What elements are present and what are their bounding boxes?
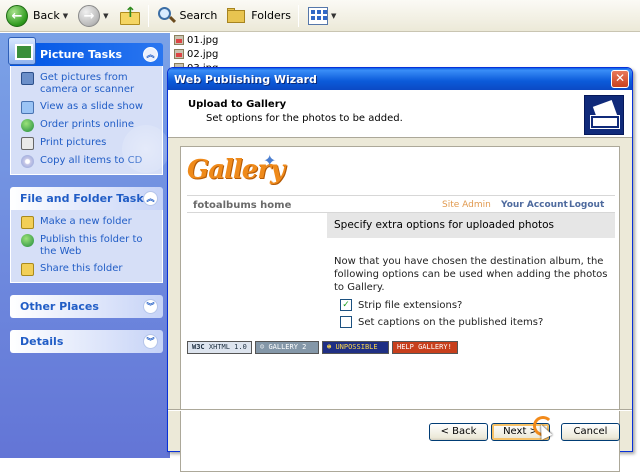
explorer-toolbar: ← Back ▼ → ▼ ↑ Search Folders ▼	[0, 0, 640, 32]
set-captions-checkbox[interactable]	[340, 316, 352, 328]
options-description: Now that you have chosen the destination…	[334, 256, 608, 293]
share-folder-icon	[21, 263, 34, 276]
task-publish-web[interactable]: Publish this folder to the Web	[21, 234, 156, 258]
up-folder-button[interactable]: ↑	[115, 3, 145, 29]
folders-label: Folders	[251, 9, 292, 22]
set-captions-option[interactable]: Set captions on the published items?	[340, 316, 543, 328]
wizard-header: Upload to Gallery Set options for the ph…	[168, 90, 632, 138]
toolbar-separator	[147, 4, 149, 27]
toolbar-separator	[298, 4, 300, 27]
folders-icon	[227, 7, 247, 24]
printer-icon	[21, 137, 34, 150]
views-dropdown-icon[interactable]: ▼	[331, 12, 336, 20]
search-button[interactable]: Search	[154, 3, 222, 29]
task-share-folder[interactable]: Share this folder	[21, 263, 156, 276]
task-new-folder[interactable]: Make a new folder	[21, 216, 156, 229]
wizard-step-subtitle: Set options for the photos to be added.	[206, 113, 403, 124]
web-publishing-wizard-dialog: Web Publishing Wizard ✕ Upload to Galler…	[167, 67, 633, 472]
watermark-decoration	[122, 125, 170, 173]
task-label[interactable]: View as a slide show	[40, 101, 143, 113]
task-pane: Picture Tasks ︽ Get pictures from camera…	[0, 33, 170, 458]
details-header[interactable]: Details ︾	[10, 330, 163, 353]
details-title: Details	[20, 335, 64, 348]
unpossible-badge[interactable]: ☻ UNPOSSIBLE	[322, 341, 389, 354]
list-item[interactable]: 02.jpg	[174, 47, 218, 61]
file-folder-tasks-panel: File and Folder Tasks ︽ Make a new folde…	[10, 187, 163, 283]
search-label: Search	[179, 9, 218, 22]
globe-icon	[21, 119, 34, 132]
views-icon	[308, 6, 329, 25]
forward-arrow-icon: →	[78, 4, 101, 27]
camera-icon	[21, 72, 34, 85]
your-account-link[interactable]: Your Account	[501, 200, 568, 210]
task-label[interactable]: Make a new folder	[40, 216, 132, 228]
file-folder-tasks-header[interactable]: File and Folder Tasks ︽	[10, 187, 163, 210]
other-places-header[interactable]: Other Places ︾	[10, 295, 163, 318]
collapse-chevron-icon[interactable]: ︽	[143, 191, 158, 206]
collapse-chevron-icon[interactable]: ︽	[143, 47, 158, 62]
xhtml-badge[interactable]: W3C XHTML 1.0	[187, 341, 252, 354]
picture-tasks-header[interactable]: Picture Tasks ︽	[8, 37, 163, 66]
picture-tasks-title: Picture Tasks	[40, 48, 123, 61]
task-label[interactable]: Publish this folder to the Web	[40, 234, 156, 258]
search-icon	[157, 6, 176, 25]
picture-tasks-icon	[8, 37, 36, 65]
list-item[interactable]: 01.jpg	[174, 33, 218, 47]
task-label[interactable]: Print pictures	[40, 137, 106, 149]
back-wizard-button[interactable]: < Back	[429, 423, 488, 441]
globe-icon	[21, 234, 34, 247]
expand-chevron-icon[interactable]: ︾	[143, 299, 158, 314]
task-label[interactable]: Order prints online	[40, 119, 134, 131]
file-name[interactable]: 01.jpg	[187, 35, 218, 46]
forward-button[interactable]: → ▼	[74, 3, 112, 29]
gallery2-badge[interactable]: ☺ GALLERY 2	[255, 341, 319, 354]
views-button[interactable]: ▼	[304, 3, 340, 29]
other-places-panel: Other Places ︾	[10, 295, 163, 318]
folders-button[interactable]: Folders	[223, 3, 295, 29]
back-label: Back	[33, 9, 60, 22]
task-label[interactable]: Share this folder	[40, 263, 123, 275]
help-gallery-badge[interactable]: HELP GALLERY!	[392, 341, 458, 354]
gallery-web-content: Gallery ✦ fotoalbums home Site Admin You…	[180, 146, 620, 472]
details-panel: Details ︾	[10, 330, 163, 353]
jpeg-file-icon	[174, 49, 184, 59]
strip-extensions-checkbox[interactable]: ✓	[340, 299, 352, 311]
folder-up-icon: ↑	[119, 6, 141, 26]
task-slide-show[interactable]: View as a slide show	[21, 101, 156, 114]
expand-chevron-icon[interactable]: ︾	[143, 334, 158, 349]
task-label[interactable]: Get pictures from camera or scanner	[40, 72, 156, 96]
button-separator	[168, 409, 632, 411]
site-admin-link[interactable]: Site Admin	[442, 200, 491, 210]
back-button[interactable]: ← Back ▼	[2, 3, 72, 29]
back-arrow-icon: ←	[6, 4, 28, 27]
other-places-title: Other Places	[20, 300, 99, 313]
forward-dropdown-icon[interactable]: ▼	[103, 12, 108, 20]
home-link[interactable]: fotoalbums home	[193, 200, 291, 211]
logout-link[interactable]: Logout	[569, 200, 604, 210]
back-dropdown-icon[interactable]: ▼	[63, 12, 68, 20]
dialog-title: Web Publishing Wizard	[174, 72, 317, 86]
web-publish-icon	[584, 95, 624, 135]
file-name[interactable]: 02.jpg	[187, 49, 218, 60]
divider	[187, 212, 327, 213]
task-get-pictures[interactable]: Get pictures from camera or scanner	[21, 72, 156, 96]
jpeg-file-icon	[174, 35, 184, 45]
slideshow-icon	[21, 101, 34, 114]
gallery-nav-bar: fotoalbums home Site Admin Your Account …	[187, 195, 615, 213]
file-folder-tasks-title: File and Folder Tasks	[20, 192, 151, 205]
section-heading: Specify extra options for uploaded photo…	[327, 213, 615, 238]
dialog-title-bar[interactable]: Web Publishing Wizard ✕	[168, 68, 632, 90]
sparkle-icon: ✦	[263, 151, 277, 170]
close-icon[interactable]: ✕	[611, 70, 629, 88]
new-folder-icon	[21, 216, 34, 229]
cd-icon	[21, 155, 34, 168]
cancel-button[interactable]: Cancel	[561, 423, 620, 441]
wizard-step-title: Upload to Gallery	[188, 99, 287, 110]
option-label: Set captions on the published items?	[358, 316, 544, 328]
badge-row: W3C XHTML 1.0 ☺ GALLERY 2 ☻ UNPOSSIBLE H…	[187, 341, 461, 354]
strip-extensions-option[interactable]: ✓ Strip file extensions?	[340, 299, 462, 311]
option-label: Strip file extensions?	[358, 299, 463, 311]
file-folder-tasks-list: Make a new folder Publish this folder to…	[10, 210, 163, 283]
